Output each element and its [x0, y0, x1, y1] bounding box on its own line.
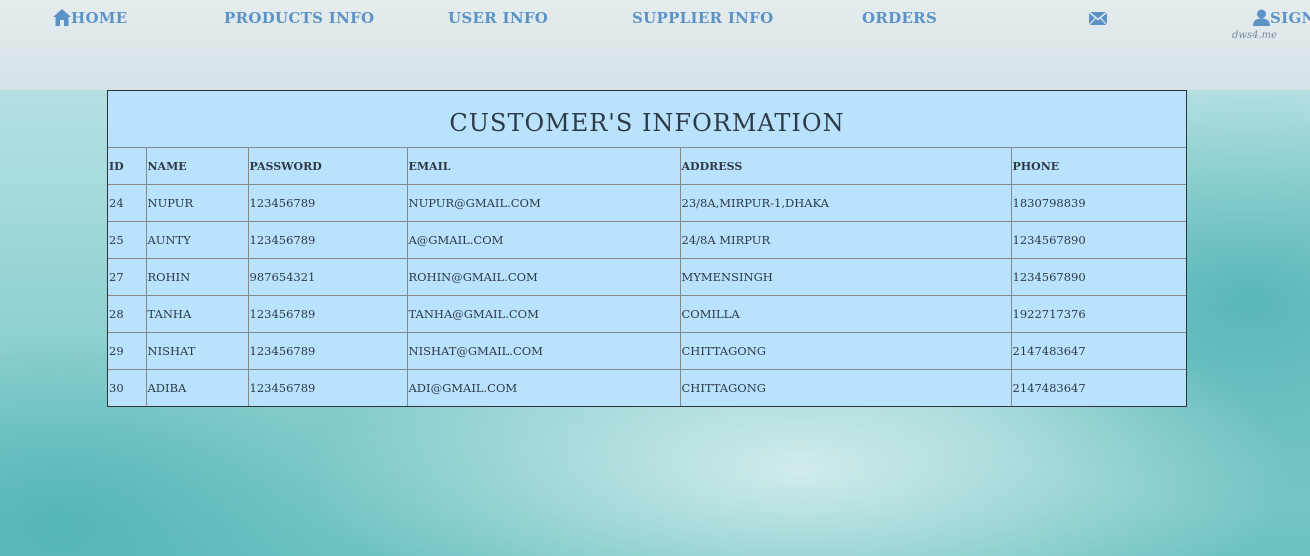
cell-phone: 2147483647: [1011, 332, 1186, 370]
cell-password: 123456789: [248, 221, 408, 259]
header-name: Name: [146, 148, 249, 185]
cell-name: Adiba: [146, 369, 249, 406]
cell-address: 23/8A,Mirpur-1,Dhaka: [680, 184, 1012, 222]
cell-phone: 1922717376: [1011, 295, 1186, 333]
table-row: 25 Aunty 123456789 a@gmail.com 24/8A Mir…: [108, 221, 1186, 259]
cell-password: 123456789: [248, 184, 408, 222]
cell-phone: 1234567890: [1011, 221, 1186, 259]
nav-sign-link[interactable]: Sign: [1253, 8, 1310, 28]
header-id: ID: [108, 148, 147, 185]
header-address: Address: [680, 148, 1012, 185]
cell-id: 25: [108, 221, 147, 259]
cell-email: nupur@gmail.com: [407, 184, 681, 222]
cell-id: 24: [108, 184, 147, 222]
nav-supplier-info-label: Supplier Info: [632, 9, 774, 27]
home-icon: [53, 9, 71, 26]
nav-orders-label: Orders: [862, 9, 938, 27]
cell-email: a@gmail.com: [407, 221, 681, 259]
cell-password: 987654321: [248, 258, 408, 296]
header-email: Email: [407, 148, 681, 185]
customer-table: ID Name Password Email Address Phone 24 …: [108, 148, 1186, 406]
cell-name: Rohin: [146, 258, 249, 296]
table-row: 29 Nishat 123456789 nishat@gmail.com Chi…: [108, 332, 1186, 370]
cell-address: Chittagong: [680, 369, 1012, 406]
header-password: Password: [248, 148, 408, 185]
cell-phone: 2147483647: [1012, 381, 1086, 395]
table-row: 27 Rohin 987654321 rohin@gmail.com Mymen…: [108, 258, 1186, 296]
cell-email: adi@gmail.com: [407, 369, 681, 406]
cell-name: Aunty: [146, 221, 249, 259]
mail-icon: [1088, 11, 1108, 26]
table-row: 28 Tanha 123456789 tanha@gmail.com Comil…: [108, 295, 1186, 333]
nav-products-info-link[interactable]: Products Info: [224, 8, 374, 28]
nav-supplier-info-link[interactable]: Supplier Info: [632, 8, 774, 28]
cell-id: 28: [108, 295, 147, 333]
top-navigation-bar: Home Products Info User Info Supplier In…: [0, 0, 1310, 90]
cell-id: 30: [108, 369, 147, 406]
cell-password: 123456789: [248, 332, 408, 370]
cell-email: rohin@gmail.com: [407, 258, 681, 296]
nav-home-label: Home: [71, 9, 128, 27]
table-title: Customer's Information: [108, 91, 1186, 148]
user-icon: [1253, 9, 1270, 26]
cell-password: 123456789: [248, 295, 408, 333]
nav-home-link[interactable]: Home: [53, 8, 127, 28]
nav-user-info-link[interactable]: User Info: [448, 8, 548, 28]
header-phone: Phone: [1011, 148, 1186, 185]
customer-table-panel: Customer's Information ID Name Password …: [107, 90, 1187, 407]
table-header-row: ID Name Password Email Address Phone: [108, 148, 1186, 185]
table-row: 30 Adiba 123456789 adi@gmail.com Chittag…: [108, 369, 1186, 406]
cell-id: 29: [108, 332, 147, 370]
cell-name: Tanha: [146, 295, 249, 333]
nav-mail-link[interactable]: [1088, 8, 1108, 28]
cell-password: 123456789: [248, 369, 408, 406]
cell-address: Chittagong: [680, 332, 1012, 370]
cell-id: 27: [108, 258, 147, 296]
cell-email: nishat@gmail.com: [407, 332, 681, 370]
cell-name: Nupur: [146, 184, 249, 222]
cell-email: tanha@gmail.com: [407, 295, 681, 333]
cell-name: Nishat: [146, 332, 249, 370]
table-row: 24 Nupur 123456789 nupur@gmail.com 23/8A…: [108, 184, 1186, 222]
nav-products-info-label: Products Info: [224, 9, 375, 27]
nav-user-info-label: User Info: [448, 9, 549, 27]
cell-address: 24/8A Mirpur: [680, 221, 1012, 259]
cell-phone: 1830798839: [1011, 184, 1186, 222]
nav-sign-label: Sign: [1270, 9, 1310, 27]
cell-phone: 1234567890: [1011, 258, 1186, 296]
cell-address: Comilla: [680, 295, 1012, 333]
watermark: dws4.me: [1232, 30, 1278, 41]
nav-orders-link[interactable]: Orders: [862, 8, 937, 28]
cell-address: Mymensingh: [680, 258, 1012, 296]
